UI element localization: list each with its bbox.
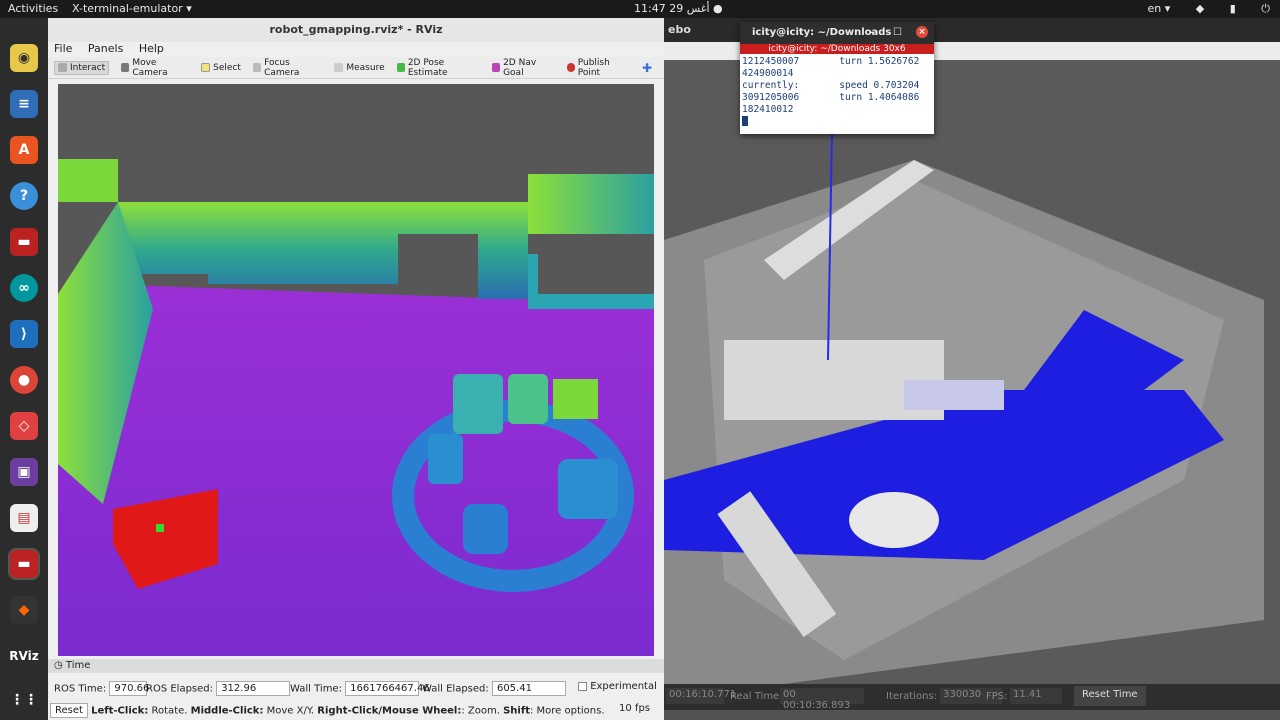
dock: ◉ ≡ A ? ▬ ∞ ⟩ ● ◇ ▣ ▤ ▬ ◆ RViz ⋮⋮ <box>0 18 48 720</box>
writer-icon[interactable]: ≡ <box>10 90 38 118</box>
terminal-cursor <box>742 116 748 126</box>
focus-camera-icon <box>252 63 262 72</box>
tool-measure[interactable]: Measure <box>334 63 385 73</box>
time-panel-header: ◷ Time <box>48 659 664 673</box>
pose-estimate-icon <box>396 63 405 72</box>
reset-button[interactable]: Reset <box>50 703 88 718</box>
rviz-icon[interactable]: RViz <box>9 642 39 670</box>
map-wall-right <box>528 174 654 234</box>
tool-publish-point[interactable]: Publish Point <box>566 58 630 78</box>
interact-icon <box>58 63 67 72</box>
terminal-line: 424900014 <box>742 68 794 79</box>
menu-file[interactable]: File <box>54 42 72 55</box>
activities-button[interactable]: Activities <box>8 2 58 15</box>
menu-panels[interactable]: Panels <box>88 42 123 55</box>
gazebo-scene-render <box>664 60 1280 684</box>
add-tool-icon[interactable]: ✚ <box>642 61 652 75</box>
checkbox-icon[interactable] <box>578 681 587 691</box>
ros-elapsed-field: ROS Elapsed: 312.96 <box>146 681 291 696</box>
tool-2d-pose-estimate[interactable]: 2D Pose Estimate <box>396 58 480 78</box>
publish-point-icon <box>566 63 575 72</box>
fps-value: 11.41 <box>1010 688 1062 704</box>
arduino-icon[interactable]: ∞ <box>10 274 38 302</box>
tool-focus-camera[interactable]: Focus Camera <box>252 58 322 78</box>
ros-time-field: ROS Time: 970.66 <box>54 681 150 696</box>
tool-interact[interactable]: Interact <box>54 60 110 75</box>
chrome-icon[interactable]: ● <box>10 366 38 394</box>
terminal-line: 182410012 <box>742 104 794 115</box>
occupancy-map-render <box>58 84 654 656</box>
terminal-output[interactable]: 1212450007 turn 1.5626762 424900014 curr… <box>740 54 934 128</box>
ros-elapsed-input[interactable]: 312.96 <box>216 681 291 696</box>
terminal-line: 3091205006 turn 1.4064086 <box>742 92 920 103</box>
gazebo-statusbar: 00:16:10.771 Real Time: 00 00:10:36.893 … <box>664 684 1280 711</box>
vscode-icon[interactable]: ⟩ <box>10 320 38 348</box>
app-menu[interactable]: X-terminal-emulator ▾ <box>72 2 192 15</box>
power-icon[interactable]: ⏻ <box>1261 2 1270 15</box>
experimental-checkbox[interactable]: Experimental <box>578 681 657 692</box>
status-row: Reset Left-Click: Rotate. Middle-Click: … <box>50 703 605 718</box>
rhythmbox-icon[interactable]: ◉ <box>10 44 38 72</box>
measure-icon <box>334 63 344 72</box>
time-panel: ◷ Time ROS Time: 970.66 ROS Elapsed: 312… <box>48 659 664 720</box>
minimize-icon[interactable]: – <box>869 22 874 44</box>
terminal-icon[interactable]: ▬ <box>10 228 38 256</box>
video-icon[interactable]: ▣ <box>10 458 38 486</box>
nav-goal-icon <box>491 63 501 72</box>
real-time-value: 00 00:10:36.893 <box>780 688 864 711</box>
terminal-titlebar[interactable]: icity@icity: ~/Downloads – ☐ × <box>740 22 934 44</box>
rviz-menubar: File Panels Help <box>48 42 664 57</box>
rviz-3d-view[interactable] <box>58 84 654 656</box>
tool-move-camera[interactable]: Move Camera <box>121 58 189 78</box>
terminal-window[interactable]: icity@icity: ~/Downloads – ☐ × icity@ici… <box>740 22 934 134</box>
move-camera-icon <box>121 63 130 72</box>
tool-2d-nav-goal[interactable]: 2D Nav Goal <box>491 58 555 78</box>
terminal-subtitle: icity@icity: ~/Downloads 30x6 <box>740 44 934 54</box>
sim-time-value: 00:16:10.771 <box>666 688 736 704</box>
software-center-icon[interactable]: A <box>10 136 38 164</box>
rviz-titlebar[interactable]: robot_gmapping.rviz* - RViz <box>48 18 664 42</box>
fps-label: 10 fps <box>619 703 650 714</box>
system-topbar: Activities X-terminal-emulator ▾ 11:47 أ… <box>0 0 1280 18</box>
rviz-toolbar: Interact Move Camera Select Focus Camera… <box>48 57 664 79</box>
wall-time-field: Wall Time: 1661766467.46 <box>290 681 430 696</box>
wall-elapsed-field: Wall Elapsed: 605.41 <box>422 681 566 696</box>
menu-help[interactable]: Help <box>139 42 164 55</box>
system-tray[interactable]: en ▾ ◆ ▮ ⏻ <box>1126 2 1271 16</box>
gazebo-icon[interactable]: ◆ <box>10 596 38 624</box>
help-icon[interactable]: ? <box>10 182 38 210</box>
rviz-window: robot_gmapping.rviz* - RViz File Panels … <box>48 18 664 720</box>
lang-selector[interactable]: en ▾ <box>1148 2 1171 15</box>
maximize-icon[interactable]: ☐ <box>893 22 902 44</box>
anydesk-icon[interactable]: ◇ <box>10 412 38 440</box>
wall-elapsed-input[interactable]: 605.41 <box>491 681 566 696</box>
terminal-line: currently: speed 0.703204 <box>742 80 920 91</box>
clock[interactable]: 11:47 أغس 29 ● <box>634 2 723 15</box>
wifi-icon[interactable]: ◆ <box>1196 2 1204 15</box>
terminal-line: 1212450007 turn 1.5626762 <box>742 56 920 67</box>
terminal-active-icon[interactable]: ▬ <box>8 548 40 580</box>
document-viewer-icon[interactable]: ▤ <box>10 504 38 532</box>
select-icon <box>201 63 211 72</box>
tool-select[interactable]: Select <box>201 63 241 73</box>
wall-time-input[interactable]: 1661766467.46 <box>345 681 430 696</box>
show-apps-icon[interactable]: ⋮⋮ <box>10 686 38 714</box>
reset-time-button[interactable]: Reset Time <box>1074 686 1146 706</box>
battery-icon[interactable]: ▮ <box>1230 2 1236 15</box>
close-icon[interactable]: × <box>916 26 928 38</box>
ros-time-input[interactable]: 970.66 <box>109 681 149 696</box>
